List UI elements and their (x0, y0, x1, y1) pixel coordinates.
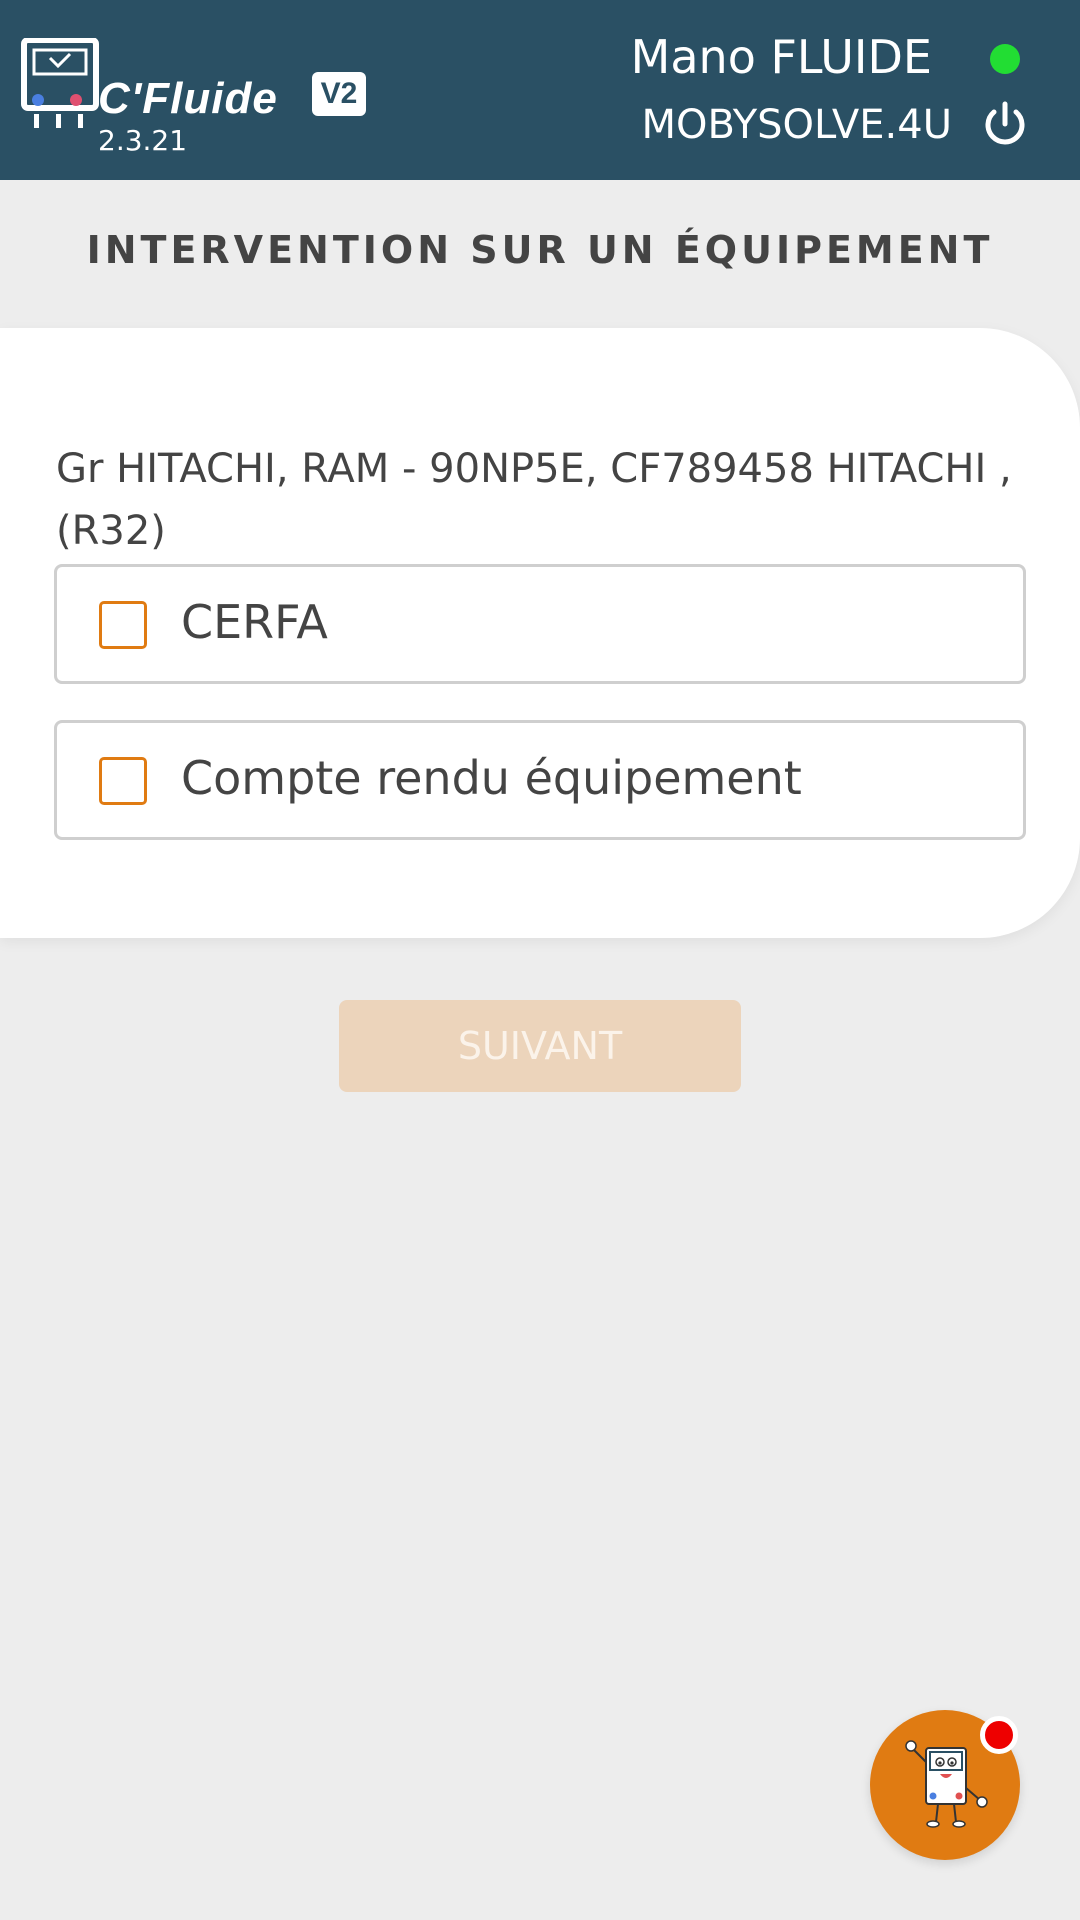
logo-icon (21, 38, 99, 128)
version-badge: V2 (312, 72, 366, 116)
company-name: MOBYSOLVE.4U (641, 102, 952, 148)
user-name: Mano FLUIDE (630, 30, 932, 84)
status-dot (990, 44, 1020, 74)
mascot-icon (905, 1740, 988, 1828)
page-title: INTERVENTION SUR UN ÉQUIPEMENT (86, 228, 994, 272)
next-button[interactable]: SUIVANT (339, 1000, 741, 1092)
notification-dot (980, 1716, 1018, 1754)
compte-rendu-checkbox[interactable] (99, 757, 147, 805)
app-header: C'Fluide V2 2.3.21 Mano FLUIDE MOBYSOLVE… (0, 0, 1080, 180)
equipment-label: Gr HITACHI, RAM - 90NP5E, CF789458 HITAC… (56, 446, 1012, 554)
option-compte-rendu[interactable]: Compte rendu équipement (54, 720, 1026, 840)
option-cerfa[interactable]: CERFA (54, 564, 1026, 684)
power-icon[interactable] (980, 100, 1030, 150)
cerfa-checkbox[interactable] (99, 601, 147, 649)
app-version: 2.3.21 (98, 124, 188, 157)
option-label: CERFA (181, 595, 328, 649)
app-logo: C'Fluide V2 2.3.21 (20, 38, 370, 158)
equipment-card: Gr HITACHI, RAM - 90NP5E, CF789458 HITAC… (0, 328, 1080, 938)
option-label: Compte rendu équipement (181, 751, 802, 805)
app-screen: C'Fluide V2 2.3.21 Mano FLUIDE MOBYSOLVE… (0, 0, 1080, 1920)
app-name: C'Fluide (98, 74, 278, 123)
